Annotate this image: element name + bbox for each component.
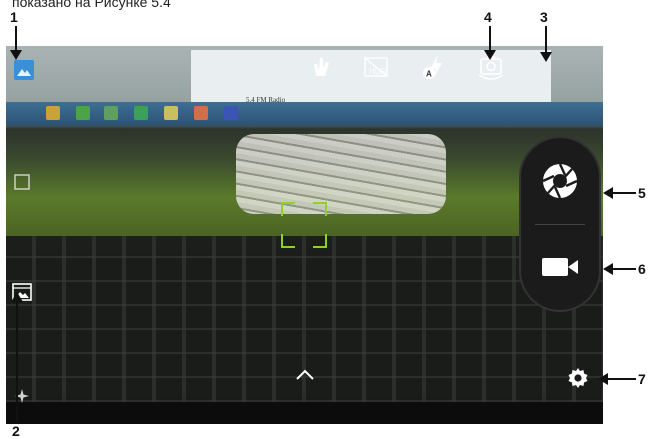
callout-2-line xyxy=(16,300,18,422)
callout-6-line xyxy=(612,268,636,270)
video-record-button[interactable] xyxy=(521,224,599,310)
callout-6: 6 xyxy=(638,261,646,277)
callout-3: 3 xyxy=(540,9,548,25)
hdr-label: HDR xyxy=(369,67,387,76)
focus-corner xyxy=(281,234,295,248)
focus-corner xyxy=(281,202,295,216)
sparkle-icon xyxy=(10,384,34,408)
taskbar-app-icon xyxy=(134,106,148,120)
callout-6-arrowhead xyxy=(603,263,613,275)
panorama-mode-icon[interactable] xyxy=(10,170,34,194)
taskbar-app-icon xyxy=(46,106,60,120)
flash-auto-label: A xyxy=(426,70,432,79)
callout-5-line xyxy=(612,192,636,194)
chevron-up-icon[interactable] xyxy=(294,368,316,382)
gear-icon[interactable] xyxy=(566,366,590,390)
callout-4: 4 xyxy=(484,9,492,25)
background-keys xyxy=(6,236,603,424)
background-taskbar xyxy=(6,102,603,126)
gallery-thumbnail-glyph xyxy=(17,69,31,76)
callout-2: 2 xyxy=(12,423,20,439)
taskbar-app-icon xyxy=(164,106,178,120)
focus-frame xyxy=(281,202,327,248)
page-caption: показано на Рисунке 5.4 xyxy=(12,0,171,10)
shutter-icon xyxy=(542,163,578,199)
callout-1: 1 xyxy=(10,9,18,25)
callout-7-arrowhead xyxy=(598,373,608,385)
callout-3-line xyxy=(545,26,547,54)
background-cables xyxy=(236,134,446,214)
taskbar-app-icon xyxy=(224,106,238,120)
camera-screen: 5.4 FM Radio HDR A xyxy=(6,46,603,424)
taskbar-app-icon xyxy=(194,106,208,120)
callout-7-line xyxy=(608,378,636,380)
shutter-button[interactable] xyxy=(521,138,599,224)
focus-corner xyxy=(313,202,327,216)
focus-corner xyxy=(313,234,327,248)
gallery-thumbnail-icon[interactable] xyxy=(14,60,34,80)
callout-1-arrowhead xyxy=(10,50,22,60)
hdr-icon[interactable]: HDR xyxy=(362,52,392,82)
callout-5-arrowhead xyxy=(603,187,613,199)
taskbar-app-icon xyxy=(76,106,90,120)
video-record-icon xyxy=(542,258,578,276)
callout-4-line xyxy=(489,26,491,52)
callout-3-arrowhead xyxy=(540,52,552,62)
callout-2-arrowhead xyxy=(11,292,23,302)
navigation-bar xyxy=(6,402,603,424)
callout-4-arrowhead xyxy=(484,50,496,60)
flash-auto-icon[interactable]: A xyxy=(420,52,450,82)
capture-panel xyxy=(521,138,599,310)
callout-5: 5 xyxy=(638,185,646,201)
taskbar-app-icon xyxy=(104,106,118,120)
gesture-icon[interactable] xyxy=(306,52,336,82)
callout-7: 7 xyxy=(638,371,646,387)
